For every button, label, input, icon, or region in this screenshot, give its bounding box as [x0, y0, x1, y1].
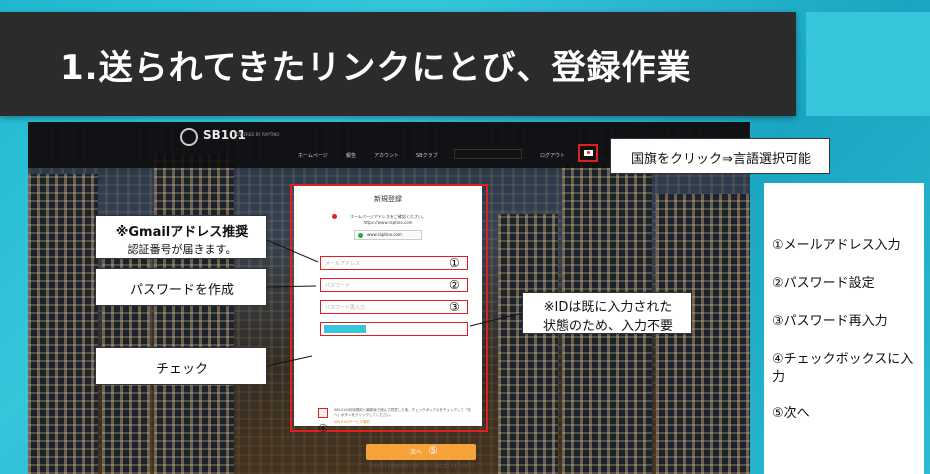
callout-check: チェック — [95, 347, 267, 385]
leader-gmail — [266, 239, 319, 263]
step-4: ④チェックボックスに入力 — [772, 352, 914, 385]
callout-id-line1: ※IDは既に入力された — [543, 300, 673, 315]
leader-id — [469, 312, 523, 327]
callout-id-line2: 状態のため、入力不要 — [542, 319, 673, 334]
step-2: ②パスワード設定 — [772, 276, 875, 291]
callout-password-text: パスワードを作成 — [129, 283, 234, 298]
callout-gmail-title: ※Gmailアドレス推奨 — [115, 225, 249, 240]
step-1: ①メールアドレス入力 — [772, 238, 901, 253]
step-3: ③パスワード再入力 — [772, 314, 888, 329]
leader-check — [266, 355, 313, 367]
callout-flag: 国旗をクリック⇒言語選択可能 — [610, 138, 830, 174]
callout-gmail: ※Gmailアドレス推奨 認証番号が届きます。 — [95, 215, 267, 259]
callout-check-text: チェック — [155, 362, 208, 377]
callout-gmail-sub: 認証番号が届きます。 — [127, 243, 237, 256]
callout-password: パスワードを作成 — [95, 268, 267, 306]
callout-flag-text: 国旗をクリック⇒言語選択可能 — [631, 152, 811, 167]
step-5: ⑤次へ — [772, 406, 810, 421]
steps-panel: ①メールアドレス入力 ②パスワード設定 ③パスワード再入力 ④チェックボックスに… — [764, 183, 924, 474]
leader-flag — [599, 153, 611, 157]
leader-password — [266, 285, 317, 288]
callout-id: ※IDは既に入力された 状態のため、入力不要 — [522, 292, 692, 334]
